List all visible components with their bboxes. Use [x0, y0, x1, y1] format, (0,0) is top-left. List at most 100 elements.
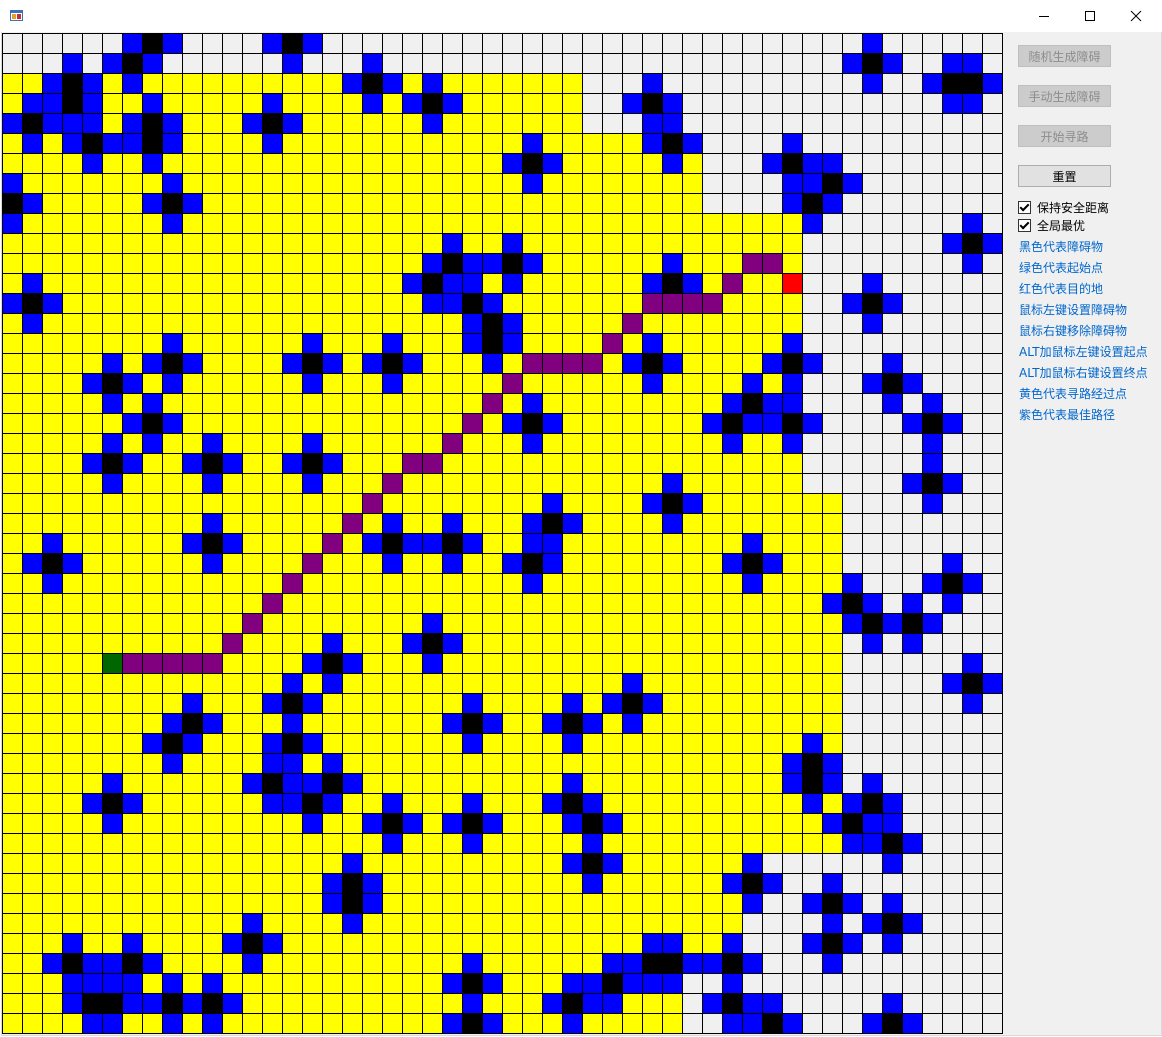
visited-cell[interactable] [263, 914, 283, 934]
safety-buffer-cell[interactable] [143, 194, 163, 214]
visited-cell[interactable] [403, 934, 423, 954]
visited-cell[interactable] [463, 474, 483, 494]
visited-cell[interactable] [43, 914, 63, 934]
visited-cell[interactable] [403, 974, 423, 994]
safety-buffer-cell[interactable] [843, 294, 863, 314]
visited-cell[interactable] [243, 634, 263, 654]
safety-buffer-cell[interactable] [143, 954, 163, 974]
grid-cell[interactable] [823, 134, 843, 154]
visited-cell[interactable] [643, 834, 663, 854]
safety-buffer-cell[interactable] [963, 54, 983, 74]
visited-cell[interactable] [563, 894, 583, 914]
grid-cell[interactable] [683, 94, 703, 114]
visited-cell[interactable] [143, 474, 163, 494]
safety-buffer-cell[interactable] [463, 694, 483, 714]
visited-cell[interactable] [223, 894, 243, 914]
obstacle-cell[interactable] [803, 774, 823, 794]
visited-cell[interactable] [743, 774, 763, 794]
visited-cell[interactable] [203, 774, 223, 794]
visited-cell[interactable] [343, 374, 363, 394]
visited-cell[interactable] [343, 714, 363, 734]
safety-buffer-cell[interactable] [283, 114, 303, 134]
grid-cell[interactable] [863, 574, 883, 594]
visited-cell[interactable] [143, 294, 163, 314]
obstacle-cell[interactable] [143, 414, 163, 434]
visited-cell[interactable] [263, 394, 283, 414]
visited-cell[interactable] [243, 594, 263, 614]
obstacle-cell[interactable] [863, 294, 883, 314]
visited-cell[interactable] [383, 274, 403, 294]
visited-cell[interactable] [143, 554, 163, 574]
safety-buffer-cell[interactable] [103, 774, 123, 794]
visited-cell[interactable] [783, 674, 803, 694]
visited-cell[interactable] [103, 74, 123, 94]
visited-cell[interactable] [383, 954, 403, 974]
visited-cell[interactable] [563, 334, 583, 354]
path-cell[interactable] [303, 554, 323, 574]
visited-cell[interactable] [283, 214, 303, 234]
visited-cell[interactable] [183, 954, 203, 974]
visited-cell[interactable] [823, 694, 843, 714]
visited-cell[interactable] [683, 554, 703, 574]
grid-cell[interactable] [843, 774, 863, 794]
visited-cell[interactable] [103, 114, 123, 134]
obstacle-cell[interactable] [423, 94, 443, 114]
grid-cell[interactable] [523, 54, 543, 74]
visited-cell[interactable] [303, 754, 323, 774]
visited-cell[interactable] [403, 954, 423, 974]
visited-cell[interactable] [423, 774, 443, 794]
grid-cell[interactable] [863, 554, 883, 574]
safety-buffer-cell[interactable] [83, 454, 103, 474]
grid-cell[interactable] [183, 34, 203, 54]
grid-cell[interactable] [923, 194, 943, 214]
visited-cell[interactable] [443, 694, 463, 714]
grid-cell[interactable] [843, 994, 863, 1014]
obstacle-cell[interactable] [3, 194, 23, 214]
visited-cell[interactable] [23, 454, 43, 474]
visited-cell[interactable] [423, 694, 443, 714]
visited-cell[interactable] [43, 354, 63, 374]
obstacle-cell[interactable] [603, 974, 623, 994]
obstacle-cell[interactable] [283, 694, 303, 714]
visited-cell[interactable] [703, 494, 723, 514]
obstacle-cell[interactable] [463, 814, 483, 834]
visited-cell[interactable] [563, 234, 583, 254]
visited-cell[interactable] [383, 574, 403, 594]
grid-cell[interactable] [923, 994, 943, 1014]
safety-buffer-cell[interactable] [203, 434, 223, 454]
visited-cell[interactable] [43, 474, 63, 494]
obstacle-cell[interactable] [643, 954, 663, 974]
visited-cell[interactable] [723, 534, 743, 554]
safety-buffer-cell[interactable] [483, 714, 503, 734]
safety-buffer-cell[interactable] [303, 694, 323, 714]
visited-cell[interactable] [623, 834, 643, 854]
safety-buffer-cell[interactable] [743, 1014, 763, 1034]
obstacle-cell[interactable] [423, 634, 443, 654]
visited-cell[interactable] [823, 494, 843, 514]
safety-buffer-cell[interactable] [543, 714, 563, 734]
visited-cell[interactable] [103, 254, 123, 274]
visited-cell[interactable] [43, 494, 63, 514]
visited-cell[interactable] [583, 734, 603, 754]
visited-cell[interactable] [743, 834, 763, 854]
safety-buffer-cell[interactable] [463, 254, 483, 274]
visited-cell[interactable] [83, 694, 103, 714]
safety-buffer-cell[interactable] [543, 154, 563, 174]
visited-cell[interactable] [123, 154, 143, 174]
safety-buffer-cell[interactable] [103, 814, 123, 834]
visited-cell[interactable] [483, 114, 503, 134]
safety-buffer-cell[interactable] [883, 894, 903, 914]
visited-cell[interactable] [763, 294, 783, 314]
visited-cell[interactable] [3, 234, 23, 254]
obstacle-cell[interactable] [963, 674, 983, 694]
visited-cell[interactable] [603, 414, 623, 434]
grid-cell[interactable] [983, 694, 1003, 714]
grid-cell[interactable] [863, 654, 883, 674]
visited-cell[interactable] [543, 654, 563, 674]
visited-cell[interactable] [63, 374, 83, 394]
grid-cell[interactable] [823, 34, 843, 54]
visited-cell[interactable] [563, 534, 583, 554]
visited-cell[interactable] [203, 934, 223, 954]
obstacle-cell[interactable] [743, 874, 763, 894]
visited-cell[interactable] [523, 214, 543, 234]
